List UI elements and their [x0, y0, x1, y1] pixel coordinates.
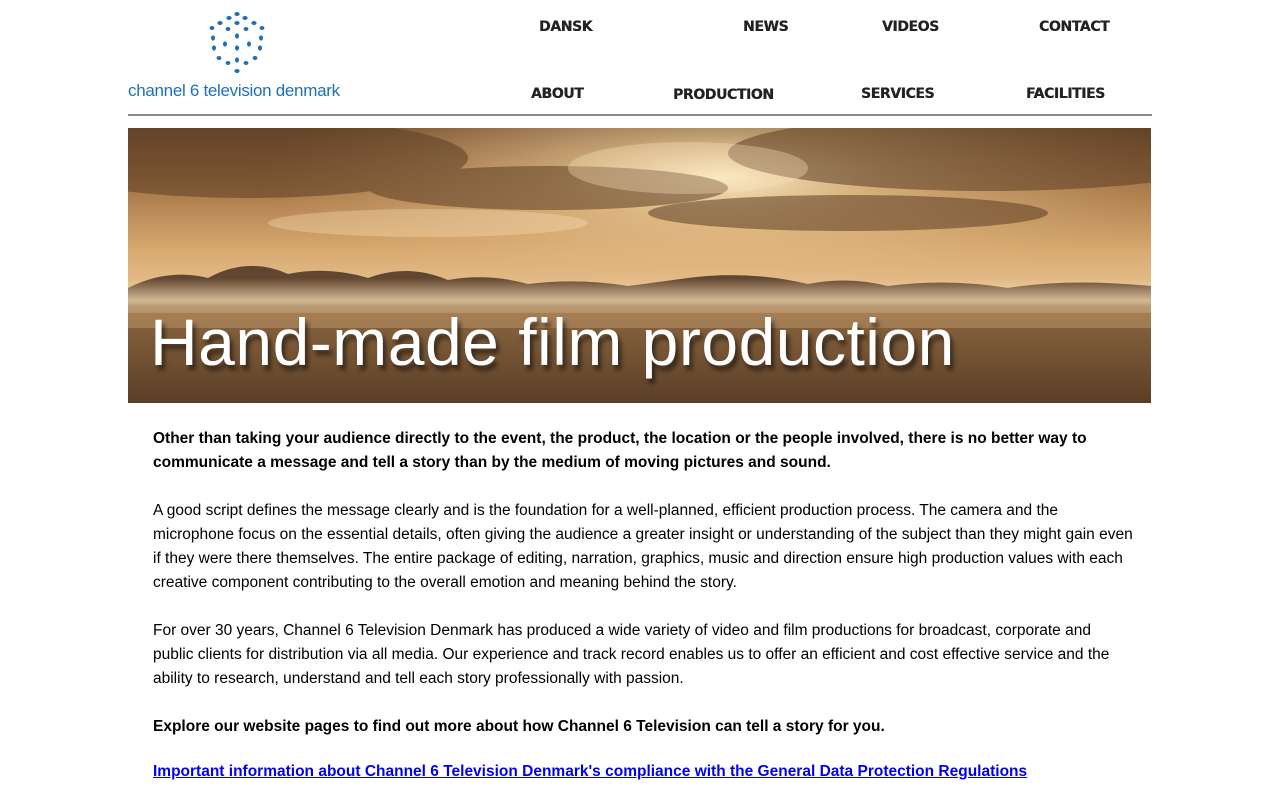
hero-banner: Hand-made film production [128, 128, 1151, 403]
nav-videos[interactable]: VIDEOS [882, 19, 939, 35]
dotted-cube-icon [209, 12, 265, 73]
nav-about[interactable]: ABOUT [531, 86, 584, 102]
lead-paragraph: Other than taking your audience directly… [153, 430, 1087, 471]
main-content: Other than taking your audience directly… [153, 427, 1133, 784]
logo-text: channel 6 television denmark [128, 81, 340, 100]
nav-services[interactable]: SERVICES [861, 86, 935, 102]
banner-title: Hand-made film production [150, 305, 955, 379]
page: channel 6 television denmark DANSK NEWS … [128, 0, 1152, 800]
nav-facilities[interactable]: FACILITIES [1026, 86, 1105, 102]
nav-dansk[interactable]: DANSK [539, 19, 593, 35]
body-paragraph-2: For over 30 years, Channel 6 Television … [153, 622, 1110, 687]
logo[interactable]: channel 6 television denmark [128, 10, 350, 102]
header-divider [128, 114, 1152, 116]
cta-paragraph: Explore our website pages to find out mo… [153, 718, 885, 735]
nav-contact[interactable]: CONTACT [1039, 19, 1110, 35]
nav-news[interactable]: NEWS [743, 19, 789, 35]
gdpr-link[interactable]: Important information about Channel 6 Te… [153, 760, 1027, 784]
nav-production[interactable]: PRODUCTION [673, 87, 774, 103]
body-paragraph-1: A good script defines the message clearl… [153, 502, 1133, 591]
